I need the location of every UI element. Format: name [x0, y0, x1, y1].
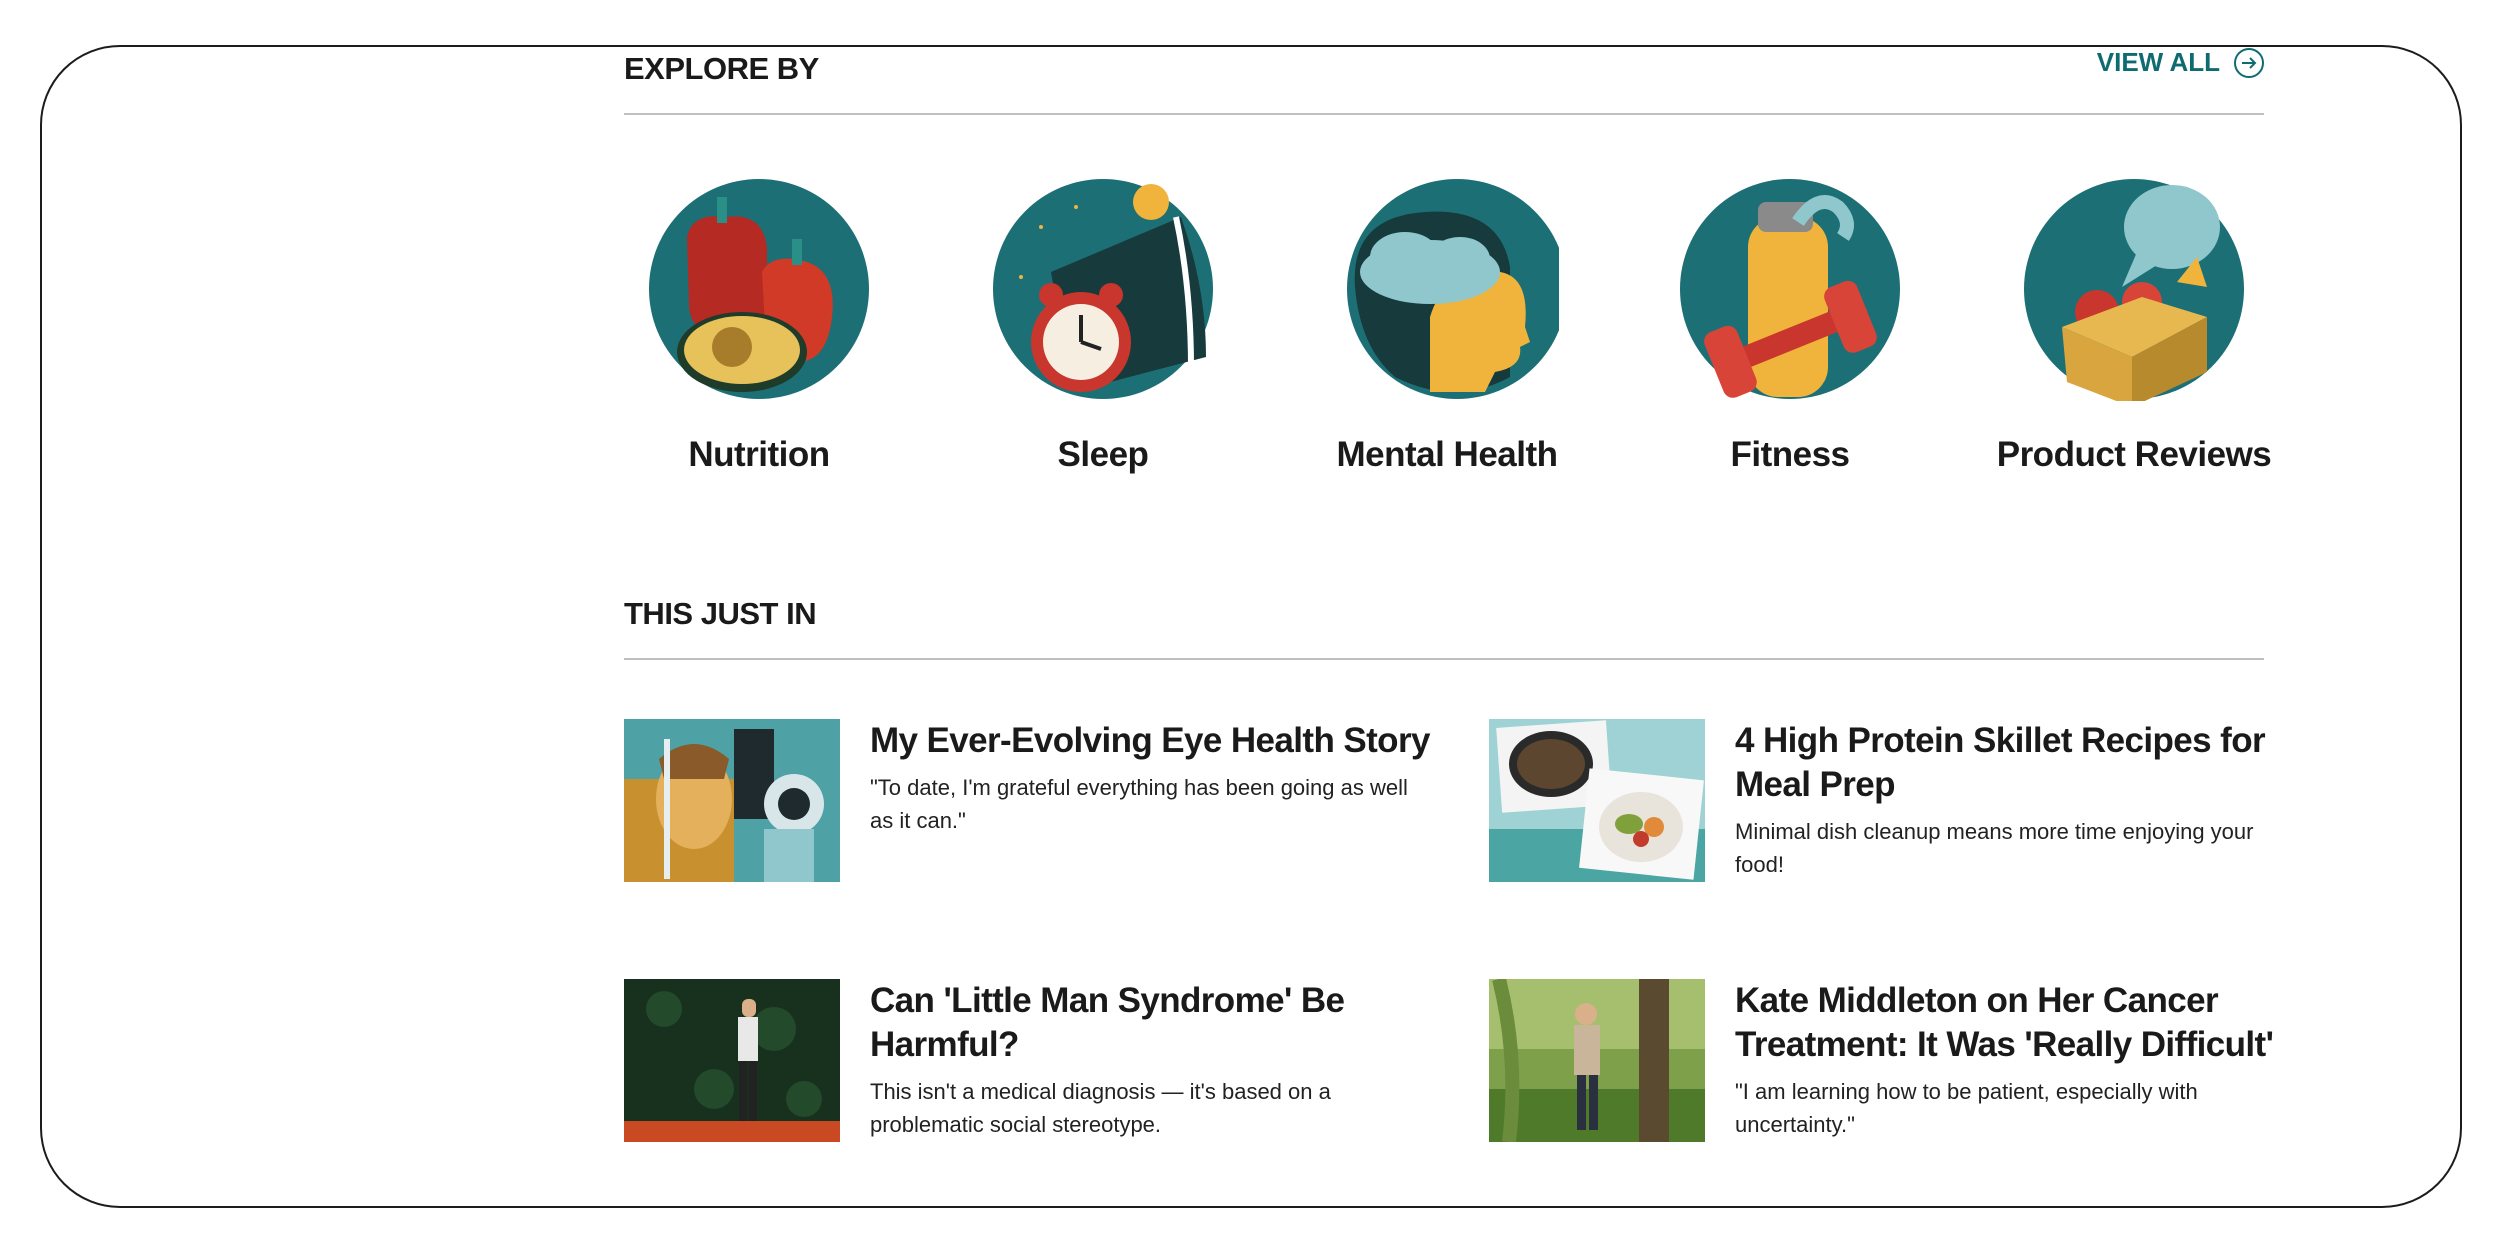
page-frame: EXPLORE BY VIEW ALL Nutrition Sleep Ment…	[40, 45, 2462, 1208]
just-in-section-header: THIS JUST IN	[624, 592, 2264, 660]
article-card[interactable]: Kate Middleton on Her Cancer Treatment: …	[1489, 979, 2309, 1149]
category-fitness[interactable]: Fitness	[1640, 177, 1940, 475]
article-headline[interactable]: Kate Middleton on Her Cancer Treatment: …	[1735, 979, 2295, 1067]
article-headline[interactable]: 4 High Protein Skillet Recipes for Meal …	[1735, 719, 2295, 807]
head-cloud-icon	[1335, 177, 1567, 401]
category-label: Sleep	[1057, 435, 1149, 474]
just-in-title: THIS JUST IN	[624, 596, 817, 631]
view-all-link[interactable]: VIEW ALL	[2097, 47, 2264, 78]
article-dek: Minimal dish cleanup means more time enj…	[1735, 819, 2254, 877]
category-product-reviews[interactable]: Product Reviews	[1984, 177, 2284, 475]
article-thumbnail-skillet	[1489, 719, 1705, 882]
arrow-right-circle-icon	[2234, 47, 2264, 78]
alarm-clock-pillow-icon	[991, 177, 1215, 401]
article-headline[interactable]: My Ever-Evolving Eye Health Story	[870, 719, 1430, 763]
article-dek: "To date, I'm grateful everything has be…	[870, 775, 1408, 833]
article-headline[interactable]: Can 'Little Man Syndrome' Be Harmful?	[870, 979, 1430, 1067]
explore-title: EXPLORE BY	[624, 51, 819, 86]
explore-section-header: EXPLORE BY VIEW ALL	[624, 47, 2264, 115]
category-label: Product Reviews	[1996, 435, 2272, 474]
article-text: Kate Middleton on Her Cancer Treatment: …	[1735, 979, 2295, 1141]
article-text: 4 High Protein Skillet Recipes for Meal …	[1735, 719, 2295, 881]
category-mental-health[interactable]: Mental Health	[1297, 177, 1597, 475]
article-thumbnail-man-standing	[624, 979, 840, 1142]
category-label: Fitness	[1730, 435, 1850, 474]
article-dek: "I am learning how to be patient, especi…	[1735, 1079, 2198, 1137]
box-speech-bubble-icon	[2022, 177, 2246, 407]
article-thumbnail-woman-garden	[1489, 979, 1705, 1142]
category-sleep[interactable]: Sleep	[953, 177, 1253, 475]
water-bottle-dumbbell-icon	[1678, 177, 1902, 401]
category-nutrition[interactable]: Nutrition	[609, 177, 909, 475]
article-card[interactable]: My Ever-Evolving Eye Health Story "To da…	[624, 719, 1444, 889]
article-card[interactable]: Can 'Little Man Syndrome' Be Harmful? Th…	[624, 979, 1444, 1149]
article-thumbnail-eye-exam	[624, 719, 840, 882]
category-label: Mental Health	[1336, 435, 1558, 474]
article-card[interactable]: 4 High Protein Skillet Recipes for Meal …	[1489, 719, 2309, 889]
category-label: Nutrition	[688, 435, 830, 474]
view-all-label: VIEW ALL	[2096, 47, 2220, 77]
article-text: Can 'Little Man Syndrome' Be Harmful? Th…	[870, 979, 1430, 1141]
article-text: My Ever-Evolving Eye Health Story "To da…	[870, 719, 1430, 837]
article-dek: This isn't a medical diagnosis — it's ba…	[870, 1079, 1331, 1137]
bell-peppers-avocado-icon	[647, 177, 871, 401]
